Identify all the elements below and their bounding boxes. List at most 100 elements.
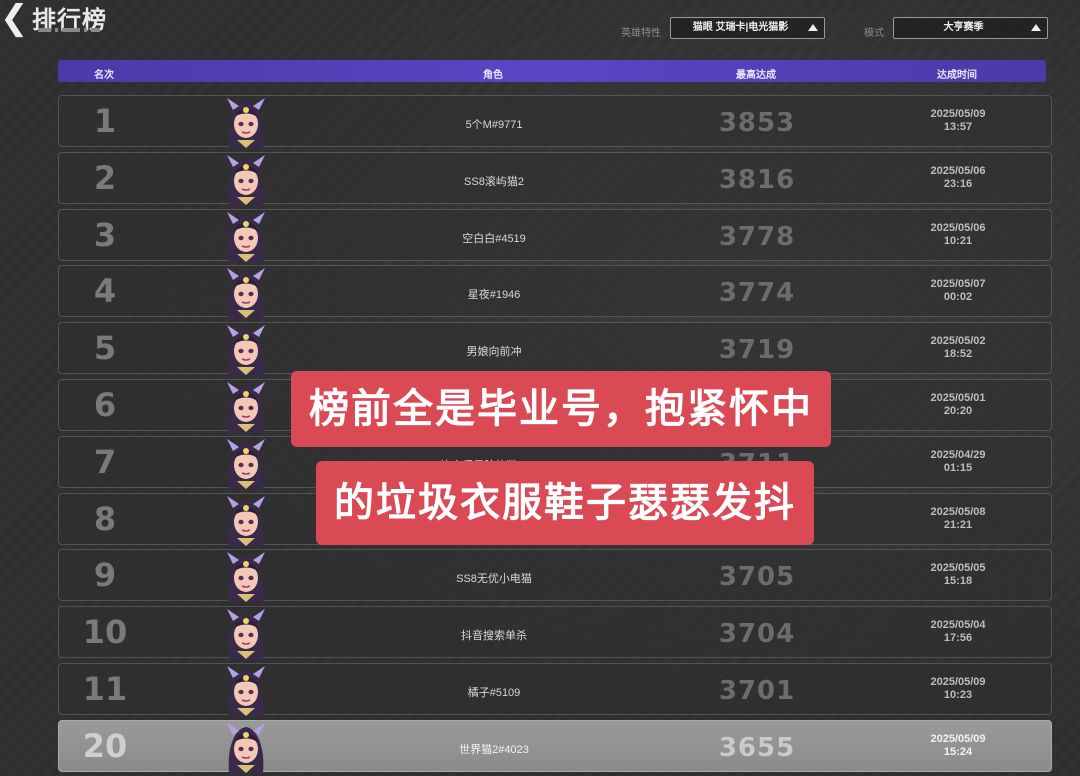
- player-name: 空白白#4519: [462, 232, 526, 245]
- table-row[interactable]: 20 世界猫2#4023 3655 2025/05/09 15:24: [58, 719, 1052, 773]
- avatar: [223, 266, 269, 319]
- achieved-clock: 20:20: [943, 404, 973, 417]
- best-score: 3655: [718, 732, 796, 763]
- achieved-clock: 18:52: [943, 348, 973, 361]
- player-name: 星夜#1946: [467, 289, 521, 302]
- avatar: [223, 721, 269, 773]
- column-rank: 名次: [94, 70, 114, 81]
- achieved-clock: 23:16: [943, 177, 973, 190]
- player-name: 男娘向前冲: [466, 346, 522, 359]
- table-row[interactable]: 5 男娘向前冲 3719 2025/05/02 18:52: [58, 322, 1052, 376]
- achieved-clock: 10:23: [943, 688, 973, 701]
- rank-number: 11: [82, 669, 128, 708]
- table-row[interactable]: 1 5个M#9771 3853 2025/05/09 13:57: [58, 95, 1052, 148]
- avatar: [223, 96, 269, 148]
- achieved-date: 2025/05/01: [930, 391, 986, 404]
- achieved-clock: 13:57: [943, 121, 973, 133]
- best-score: 3853: [718, 108, 796, 138]
- table-row[interactable]: 10 抖音搜索单杀 3704 2025/05/04 17:56: [58, 606, 1052, 660]
- avatar: [223, 153, 269, 205]
- table-row[interactable]: 9 SS8无优小电猫 3705 2025/05/05 15:18: [58, 549, 1052, 603]
- triangle-up-icon: [808, 24, 818, 31]
- achieved-clock: 10:21: [943, 234, 973, 247]
- achieved-time: 2025/05/07 00:02: [930, 278, 985, 304]
- achieved-time: 2025/05/05 15:18: [930, 562, 985, 588]
- achieved-time: 2025/05/09 15:24: [930, 733, 985, 759]
- achieved-time: 2025/04/29 01:15: [930, 449, 985, 475]
- best-score: 3705: [718, 562, 796, 593]
- rank-number: 8: [93, 499, 117, 538]
- rank-number: 10: [82, 613, 128, 652]
- best-score: 3701: [718, 675, 796, 706]
- achieved-time: 2025/05/06 10:21: [930, 222, 985, 248]
- achieved-clock: 00:02: [943, 291, 973, 304]
- table-row[interactable]: 3 空白白#4519 3778 2025/05/06 10:21: [58, 208, 1052, 262]
- hero-trait-label: 英雄特性: [621, 28, 661, 39]
- caption-line-1: 榜前全是毕业号，抱紧怀中: [291, 371, 831, 447]
- achieved-time: 2025/05/09 10:23: [930, 676, 985, 702]
- best-score: 3719: [718, 335, 796, 366]
- avatar: [223, 380, 269, 432]
- achieved-date: 2025/05/08: [930, 505, 986, 518]
- rank-number: 7: [93, 442, 117, 481]
- rank-number: 3: [93, 215, 117, 254]
- mode-value: 大亨赛季: [943, 22, 984, 33]
- caption-line-2: 的垃圾衣服鞋子瑟瑟发抖: [316, 461, 814, 545]
- mode-label: 模式: [864, 28, 884, 39]
- rank-number: 2: [93, 158, 117, 197]
- table-row[interactable]: 2 SS8滚屿猫2 3816 2025/05/06 23:16: [58, 151, 1052, 205]
- column-header-bar: 名次 角色 最高达成 达成时间: [58, 60, 1046, 82]
- achieved-date: 2025/05/06: [930, 164, 986, 177]
- rank-number: 6: [93, 385, 117, 424]
- table-row[interactable]: 4 星夜#1946 3774 2025/05/07 00:02: [58, 265, 1052, 319]
- column-time: 达成时间: [937, 70, 977, 81]
- achieved-time: 2025/05/09 13:57: [930, 108, 985, 134]
- achieved-date: 2025/05/04: [930, 619, 986, 632]
- achieved-time: 2025/05/06 23:16: [930, 165, 985, 191]
- column-role: 角色: [483, 70, 503, 81]
- mode-select[interactable]: 大亨赛季: [893, 17, 1048, 39]
- achieved-clock: 21:21: [943, 518, 973, 531]
- achieved-time: 2025/05/01 20:20: [930, 392, 985, 418]
- hero-trait-value: 猫眼 艾瑞卡|电光猫影: [692, 22, 789, 33]
- avatar: [223, 437, 269, 489]
- avatar: [223, 210, 269, 262]
- achieved-clock: 15:24: [943, 745, 973, 758]
- achieved-date: 2025/05/06: [930, 221, 986, 234]
- player-name: SS8无优小电猫: [456, 573, 532, 586]
- player-name: 橘子#5109: [467, 686, 521, 699]
- chevron-left-icon: ❮: [0, 0, 29, 37]
- player-name: 抖音搜索单杀: [461, 630, 527, 643]
- best-score: 3778: [718, 221, 796, 252]
- avatar: [223, 494, 269, 546]
- best-score: 3704: [718, 619, 796, 650]
- achieved-clock: 01:15: [943, 461, 973, 474]
- player-name: 5个M#9771: [465, 119, 523, 131]
- achieved-time: 2025/05/08 21:21: [930, 506, 985, 532]
- column-best: 最高达成: [736, 70, 776, 81]
- best-score: 3774: [718, 278, 796, 309]
- avatar: [223, 323, 269, 376]
- rank-number: 5: [93, 329, 117, 368]
- rank-number: 4: [93, 272, 117, 311]
- achieved-clock: 17:56: [943, 632, 973, 645]
- table-row[interactable]: 11 橘子#5109 3701 2025/05/09 10:23: [58, 662, 1052, 716]
- rank-number: 20: [82, 726, 128, 765]
- achieved-date: 2025/05/05: [930, 562, 986, 575]
- avatar: [223, 664, 269, 716]
- title-decoration: [38, 27, 101, 33]
- rank-number: 9: [93, 556, 117, 595]
- triangle-up-icon: [1031, 24, 1041, 31]
- achieved-clock: 15:18: [943, 575, 973, 588]
- achieved-time: 2025/05/02 18:52: [930, 335, 985, 361]
- avatar: [223, 607, 269, 660]
- back-button[interactable]: ❮: [0, 0, 29, 40]
- hero-trait-select[interactable]: 猫眼 艾瑞卡|电光猫影: [670, 17, 825, 39]
- achieved-date: 2025/04/29: [930, 448, 986, 461]
- achieved-date: 2025/05/02: [930, 335, 986, 348]
- avatar: [223, 550, 269, 603]
- achieved-date: 2025/05/09: [930, 675, 986, 688]
- player-name: SS8滚屿猫2: [464, 175, 524, 188]
- achieved-date: 2025/05/09: [930, 108, 986, 120]
- achieved-date: 2025/05/09: [930, 732, 986, 745]
